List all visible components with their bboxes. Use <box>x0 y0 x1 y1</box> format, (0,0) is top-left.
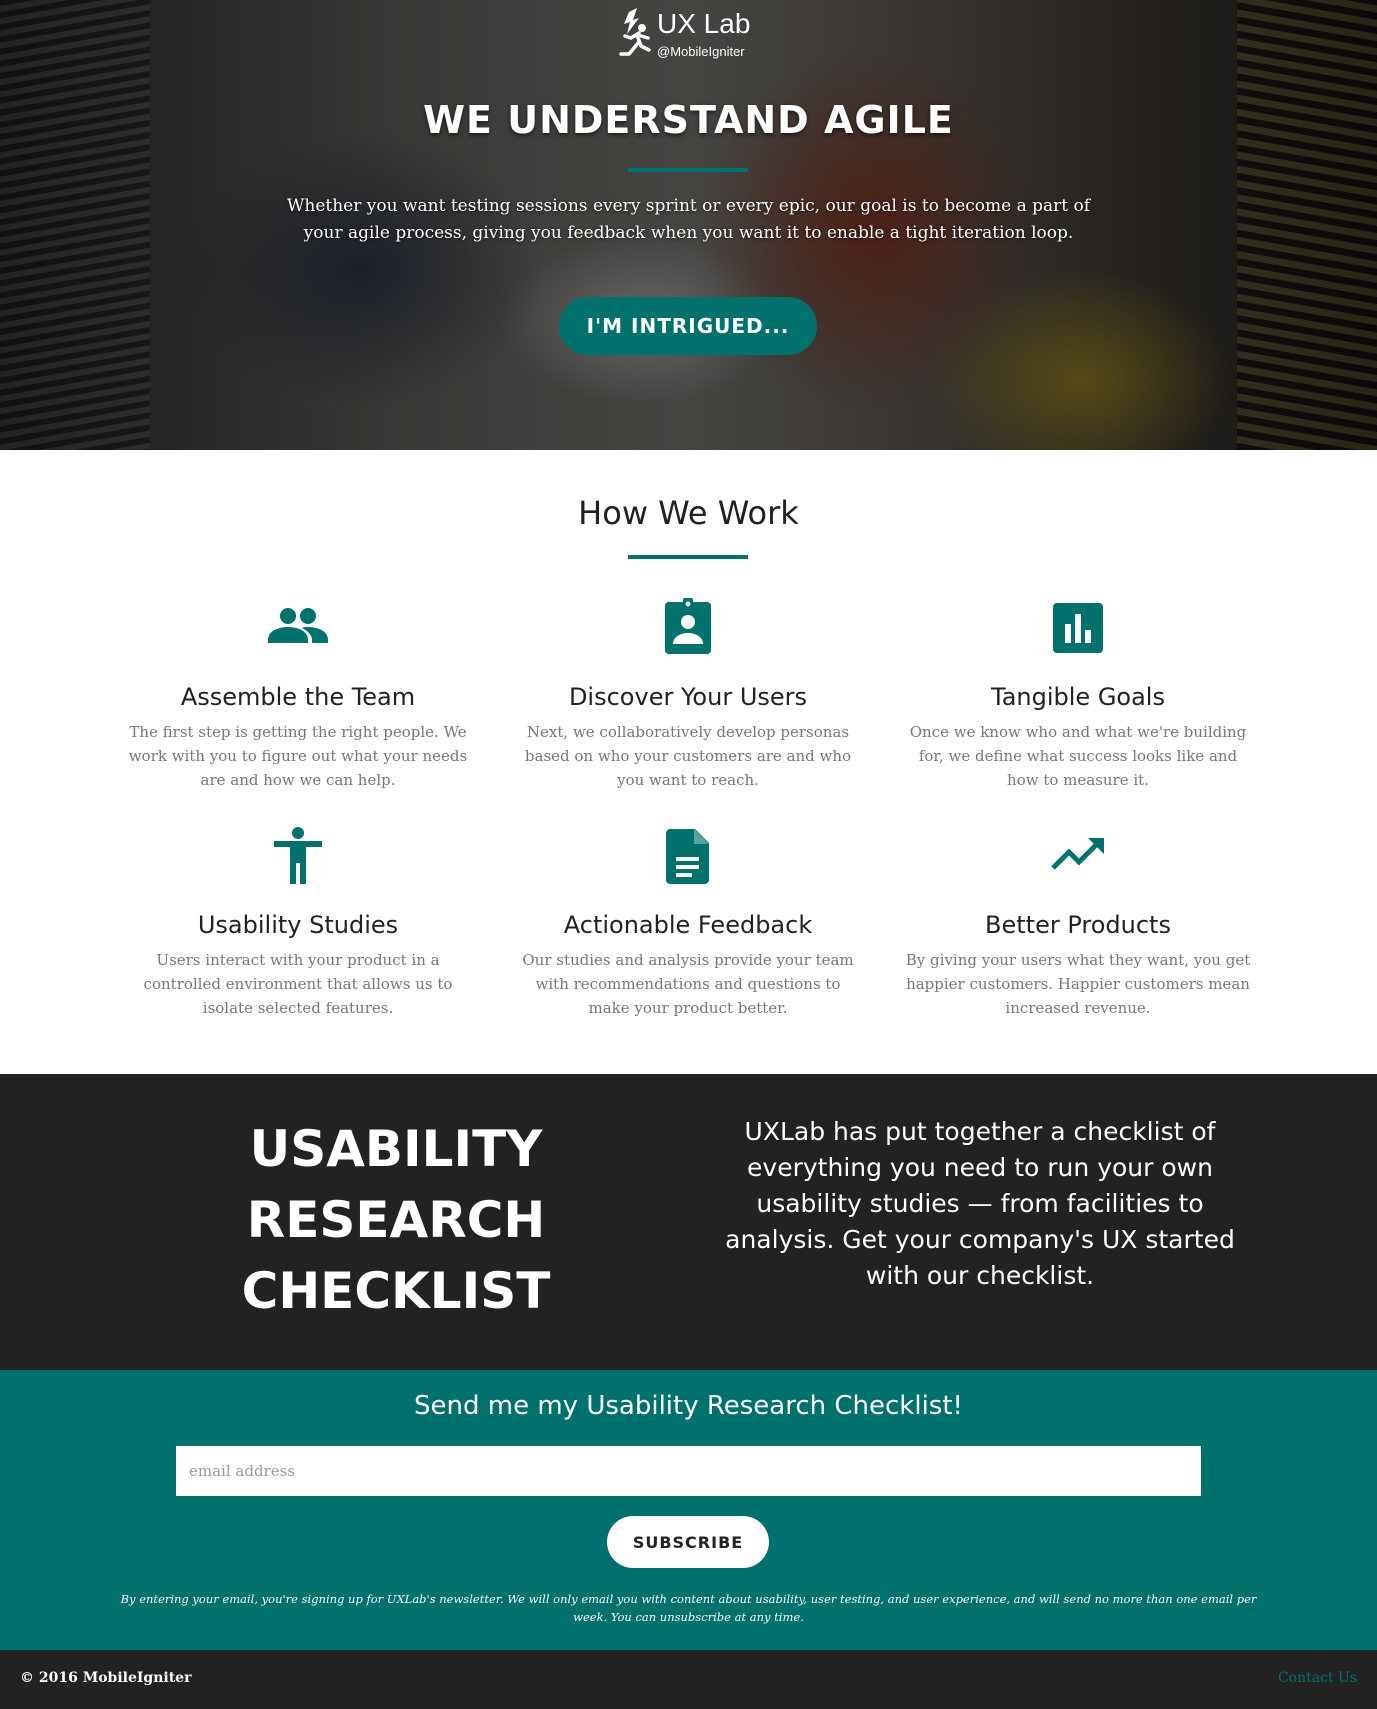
copyright: © 2016 MobileIgniter <box>20 1670 192 1686</box>
group-icon <box>268 608 328 643</box>
checklist-description: UXLab has put together a checklist of ev… <box>725 1117 1235 1290</box>
feature-description: Once we know who and what we're building… <box>909 723 1247 789</box>
hero-divider <box>628 168 748 172</box>
checklist-heading: USABILITY RESEARCH CHECKLIST <box>241 1120 551 1320</box>
hero-title: WE UNDERSTAND AGILE <box>423 98 954 142</box>
footer: © 2016 MobileIgniter Contact Us <box>0 1650 1377 1709</box>
section-divider <box>628 555 748 559</box>
section-title: How We Work <box>578 494 799 532</box>
bar-chart-icon <box>1053 603 1103 653</box>
hero-text: Whether you want testing sessions every … <box>286 196 1091 243</box>
document-icon <box>666 829 709 884</box>
email-input[interactable] <box>176 1446 1201 1496</box>
contact-link[interactable]: Contact Us <box>1278 1670 1357 1686</box>
feature-title: Assemble the Team <box>180 683 416 711</box>
feature-title: Discover Your Users <box>568 683 808 711</box>
feature-description: Next, we collaboratively develop persona… <box>524 723 852 789</box>
hero-section: UX Lab @MobileIgniter WE UNDERSTAND AGIL… <box>0 0 1377 450</box>
assignment-ind-icon <box>665 598 711 654</box>
logo-name: UX Lab <box>657 8 751 39</box>
logo-handle: @MobileIgniter <box>657 44 745 59</box>
feature-description: The first step is getting the right peop… <box>128 723 468 789</box>
feature-title: Better Products <box>985 911 1171 939</box>
feature-description: Users interact with your product in a co… <box>143 951 453 1017</box>
feature-description: By giving your users what they want, you… <box>905 951 1251 1017</box>
trending-up-icon <box>1051 838 1104 870</box>
intrigued-button[interactable]: I'M INTRIGUED... <box>559 297 817 355</box>
feature-title: Tangible Goals <box>991 683 1165 711</box>
checklist-section: USABILITY RESEARCH CHECKLIST UXLab has p… <box>0 1074 1377 1370</box>
logo[interactable]: UX Lab @MobileIgniter <box>615 6 765 64</box>
subscribe-button[interactable]: SUBSCRIBE <box>607 1516 769 1568</box>
how-we-work-section: How We Work Assemble the Team The first … <box>0 450 1377 1074</box>
feature-description: Our studies and analysis provide your te… <box>522 951 854 1017</box>
signup-title: Send me my Usability Research Checklist! <box>414 1391 963 1421</box>
feature-title: Actionable Feedback <box>563 911 813 939</box>
accessibility-icon <box>274 827 322 884</box>
signup-section: Send me my Usability Research Checklist!… <box>0 1370 1377 1650</box>
signup-disclaimer: By entering your email, you're signing u… <box>120 1592 1257 1624</box>
runner-icon <box>619 8 651 56</box>
feature-title: Usability Studies <box>197 911 399 939</box>
